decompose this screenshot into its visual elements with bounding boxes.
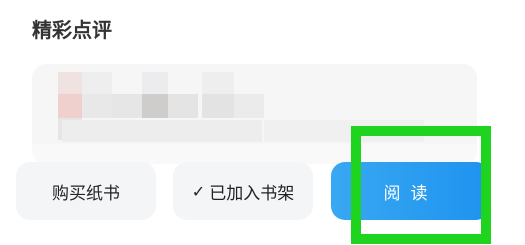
review-card[interactable]	[32, 64, 477, 164]
blur-block	[202, 72, 234, 94]
blur-block	[142, 72, 168, 94]
check-icon: ✓	[191, 181, 206, 201]
read-label: 阅读	[383, 183, 438, 204]
added-to-shelf-button[interactable]: ✓ 已加入书架	[173, 162, 313, 220]
blur-block	[62, 120, 262, 142]
blur-block	[142, 94, 168, 118]
blur-block	[202, 94, 234, 118]
bottom-action-bar: 购买纸书 ✓ 已加入书架 阅读	[0, 150, 525, 245]
blur-block	[112, 94, 142, 118]
added-to-shelf-label: 已加入书架	[209, 183, 295, 204]
blur-block	[264, 120, 424, 142]
section-title: 精彩点评	[32, 18, 112, 42]
blur-block	[168, 94, 198, 118]
blur-block	[234, 94, 264, 118]
buy-print-book-button[interactable]: 购买纸书	[16, 162, 156, 220]
buy-print-book-label: 购买纸书	[52, 183, 120, 204]
read-button[interactable]: 阅读	[331, 162, 490, 220]
blur-block	[58, 94, 82, 118]
blur-block	[58, 72, 82, 94]
blur-block	[82, 94, 112, 118]
blur-block	[82, 72, 112, 94]
